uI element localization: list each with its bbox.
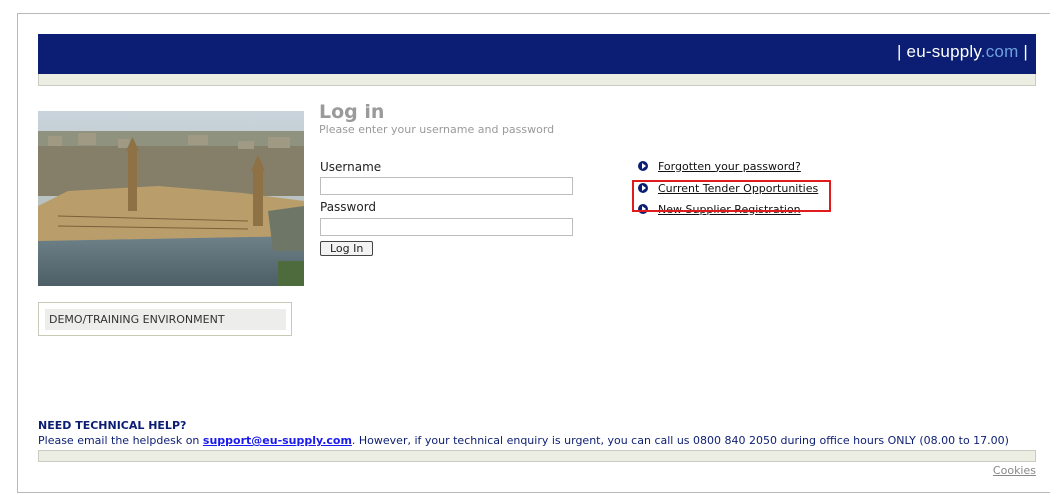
username-label: Username xyxy=(320,160,382,174)
login-subtitle: Please enter your username and password xyxy=(319,123,555,136)
password-label: Password xyxy=(320,200,377,214)
forgotten-password-link[interactable]: Forgotten your password? xyxy=(638,158,801,174)
login-button[interactable]: Log In xyxy=(320,241,374,256)
highlight-box xyxy=(632,180,831,212)
footer-bar xyxy=(38,450,1036,462)
cookies-link[interactable]: Cookies xyxy=(993,464,1036,477)
help-text-before: Please email the helpdesk on xyxy=(38,434,203,447)
westminster-photo-image xyxy=(38,111,304,286)
brand-logo[interactable]: | eu-supply.com | xyxy=(897,42,1028,62)
login-title: Log in xyxy=(319,101,385,123)
brand-pipe-right: | xyxy=(1023,42,1028,61)
support-email-link[interactable]: support@eu-supply.com xyxy=(203,434,352,447)
help-text-after: . However, if your technical enquiry is … xyxy=(351,434,1009,447)
westminster-photo xyxy=(38,111,304,286)
environment-label: DEMO/TRAINING ENVIRONMENT xyxy=(45,309,286,330)
password-field[interactable] xyxy=(320,218,573,236)
arrow-circle-icon xyxy=(638,161,648,171)
forgotten-password-label[interactable]: Forgotten your password? xyxy=(658,160,801,173)
environment-box: DEMO/TRAINING ENVIRONMENT xyxy=(38,302,292,336)
brand-pipe-left: | xyxy=(896,42,902,61)
username-field[interactable] xyxy=(320,177,573,195)
brand-suffix: .com xyxy=(980,42,1019,61)
header-bar: | eu-supply.com | xyxy=(38,34,1036,74)
help-title: NEED TECHNICAL HELP? xyxy=(38,419,187,432)
header-subbar xyxy=(38,74,1036,86)
brand-name: eu-supply xyxy=(906,42,981,61)
help-text: Please email the helpdesk on support@eu-… xyxy=(38,434,1009,447)
